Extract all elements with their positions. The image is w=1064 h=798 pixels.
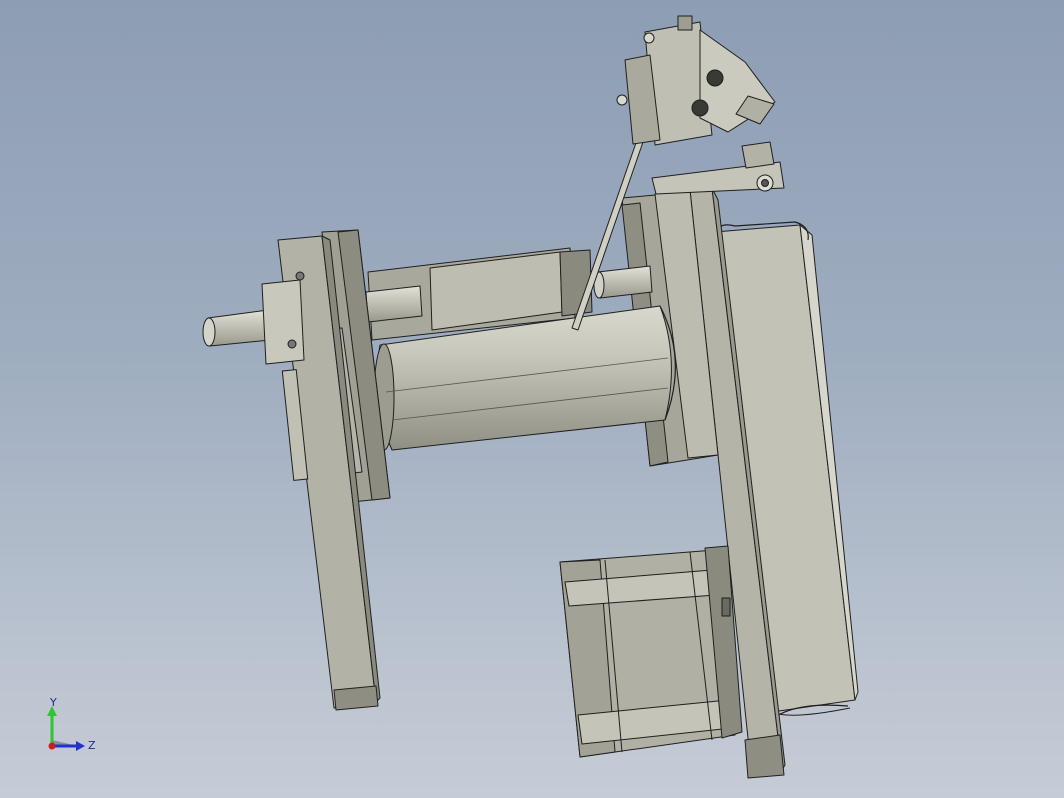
y-axis-label: Y xyxy=(49,696,57,709)
z-axis-arrowhead xyxy=(76,741,85,751)
triad-origin xyxy=(48,742,56,750)
coordinate-triad: Y Z xyxy=(47,696,96,752)
output-shaft xyxy=(202,271,305,365)
sensor-bracket xyxy=(651,141,785,195)
cad-graphics-viewport[interactable]: Y Z xyxy=(0,0,1064,798)
z-axis-label: Z xyxy=(88,739,96,752)
limit-switch-sensor xyxy=(616,15,776,146)
stepper-motor xyxy=(559,545,743,758)
guide-shaft-right xyxy=(593,265,653,299)
guide-shaft-left xyxy=(365,285,423,323)
assembly-model[interactable] xyxy=(0,0,1064,798)
